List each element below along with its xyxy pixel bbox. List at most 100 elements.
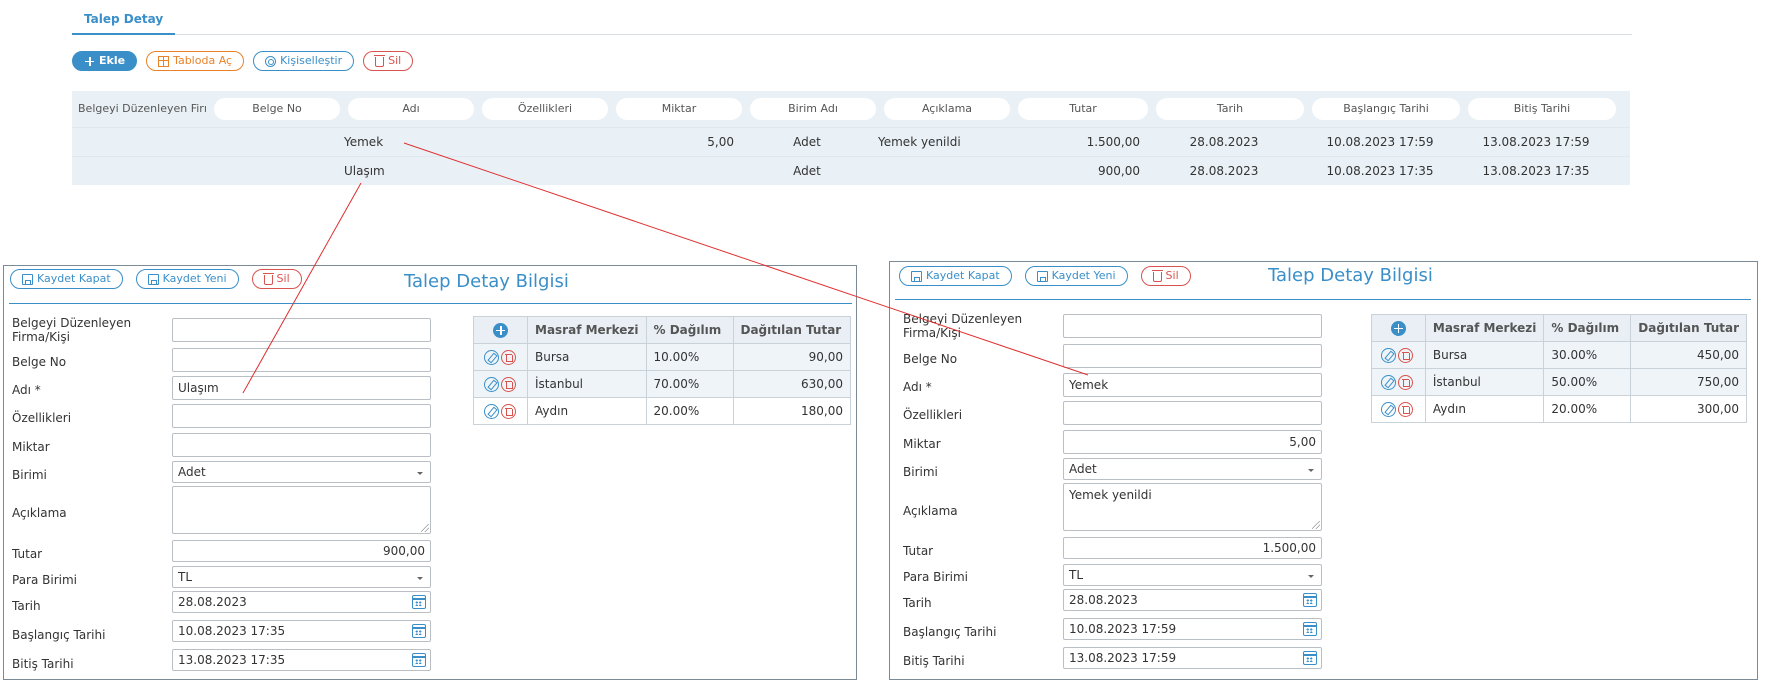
belge-no-input[interactable] bbox=[1063, 344, 1322, 368]
save-close-button[interactable]: Kaydet Kapat bbox=[10, 269, 123, 289]
edit-icon[interactable] bbox=[1381, 401, 1397, 417]
col-header-baslangic[interactable]: Başlangıç Tarihi bbox=[1312, 98, 1460, 120]
miktar-input[interactable] bbox=[172, 433, 431, 457]
edit-icon[interactable] bbox=[1381, 374, 1397, 390]
aciklama-textarea[interactable]: Yemek yenildi bbox=[1063, 483, 1322, 531]
col-header-adi[interactable]: Adı bbox=[348, 98, 474, 120]
edit-icon[interactable] bbox=[1381, 347, 1397, 363]
col-header-tutar[interactable]: Tutar bbox=[1018, 98, 1148, 120]
delete-row-icon[interactable] bbox=[500, 403, 516, 419]
table-icon bbox=[158, 55, 170, 67]
add-cost-center-icon[interactable] bbox=[493, 322, 508, 338]
cost-center-row[interactable]: Aydın 20.00% 180,00 bbox=[473, 397, 851, 425]
customize-button[interactable]: Kişiselleştir bbox=[253, 51, 355, 71]
col-header-miktar[interactable]: Miktar bbox=[616, 98, 742, 120]
cost-center-table: Masraf Merkezi % Dağılım Dağıtılan Tutar… bbox=[473, 316, 851, 425]
birimi-select[interactable]: Adet bbox=[172, 461, 431, 483]
cost-center-row[interactable]: İstanbul 50.00% 750,00 bbox=[1371, 368, 1747, 396]
delete-button[interactable]: Sil bbox=[1140, 266, 1191, 286]
delete-row-icon[interactable] bbox=[1398, 401, 1414, 417]
save-new-button[interactable]: Kaydet Yeni bbox=[1024, 266, 1128, 286]
calendar-icon[interactable] bbox=[1303, 622, 1317, 636]
delete-button[interactable]: Sil bbox=[251, 269, 302, 289]
calendar-icon[interactable] bbox=[1303, 651, 1317, 665]
firma-input[interactable] bbox=[172, 318, 431, 342]
col-header-belge-no[interactable]: Belge No bbox=[214, 98, 340, 120]
calendar-icon[interactable] bbox=[412, 624, 426, 638]
baslangic-input[interactable]: 10.08.2023 17:35 bbox=[172, 620, 431, 642]
cost-center-name: Bursa bbox=[527, 343, 647, 371]
cost-center-row[interactable]: Aydın 20.00% 300,00 bbox=[1371, 395, 1747, 423]
aciklama-textarea[interactable] bbox=[172, 486, 431, 534]
edit-icon[interactable] bbox=[483, 376, 499, 392]
cost-center-amount: 630,00 bbox=[732, 370, 851, 398]
delete-row-icon[interactable] bbox=[500, 376, 516, 392]
tarih-value: 28.08.2023 bbox=[1069, 593, 1138, 607]
bitis-input[interactable]: 13.08.2023 17:35 bbox=[172, 649, 431, 671]
tarih-input[interactable]: 28.08.2023 bbox=[1063, 589, 1322, 611]
grid-toolbar: Ekle Tabloda Aç Kişiselleştir Sil bbox=[72, 51, 414, 71]
label-ozellikleri: Özellikleri bbox=[903, 408, 963, 422]
edit-icon[interactable] bbox=[483, 349, 499, 365]
cost-center-amount: 180,00 bbox=[732, 397, 851, 425]
resize-handle-icon[interactable] bbox=[421, 524, 429, 532]
label-baslangic: Başlangıç Tarihi bbox=[12, 628, 106, 642]
save-close-button[interactable]: Kaydet Kapat bbox=[899, 266, 1012, 286]
open-in-table-button[interactable]: Tabloda Aç bbox=[146, 51, 245, 71]
col-header-aciklama[interactable]: Açıklama bbox=[884, 98, 1010, 120]
save-new-button[interactable]: Kaydet Yeni bbox=[135, 269, 239, 289]
add-button[interactable]: Ekle bbox=[72, 51, 138, 71]
label-ozellikleri: Özellikleri bbox=[12, 411, 72, 425]
cost-center-row[interactable]: İstanbul 70.00% 630,00 bbox=[473, 370, 851, 398]
cell-aciklama: Yemek yenildi bbox=[878, 135, 961, 149]
save-icon bbox=[22, 273, 33, 285]
calendar-icon[interactable] bbox=[1303, 593, 1317, 607]
birimi-select[interactable]: Adet bbox=[1063, 458, 1322, 480]
table-row[interactable]: Ulaşım Adet 900,00 28.08.2023 10.08.2023… bbox=[72, 156, 1630, 185]
tab-talep-detay[interactable]: Talep Detay bbox=[72, 8, 176, 35]
cost-center-row[interactable]: Bursa 10.00% 90,00 bbox=[473, 343, 851, 371]
calendar-icon[interactable] bbox=[412, 595, 426, 609]
col-header-ozellikleri[interactable]: Özellikleri bbox=[482, 98, 608, 120]
delete-row-icon[interactable] bbox=[1398, 374, 1414, 390]
label-belge-no: Belge No bbox=[12, 355, 67, 369]
para-birimi-select[interactable]: TL bbox=[172, 566, 431, 588]
label-firma: Belgeyi Düzenleyen Firma/Kişi bbox=[12, 316, 132, 344]
save-new-label: Kaydet Yeni bbox=[1051, 269, 1116, 282]
tutar-input[interactable]: 1.500,00 bbox=[1063, 537, 1322, 559]
cell-bitis: 13.08.2023 17:59 bbox=[1482, 135, 1590, 149]
baslangic-input[interactable]: 10.08.2023 17:59 bbox=[1063, 618, 1322, 640]
delete-row-icon[interactable] bbox=[1398, 347, 1414, 363]
col-header-bitis[interactable]: Bitiş Tarihi bbox=[1468, 98, 1616, 120]
miktar-input[interactable]: 5,00 bbox=[1063, 430, 1322, 454]
tarih-input[interactable]: 28.08.2023 bbox=[172, 591, 431, 613]
delete-button[interactable]: Sil bbox=[363, 51, 414, 71]
label-miktar: Miktar bbox=[903, 437, 941, 451]
cost-center-amount: 90,00 bbox=[732, 343, 851, 371]
header-tutar: Dağıtılan Tutar bbox=[732, 316, 851, 344]
cost-center-row[interactable]: Bursa 30.00% 450,00 bbox=[1371, 341, 1747, 369]
calendar-icon[interactable] bbox=[412, 653, 426, 667]
col-header-firma[interactable]: Belgeyi Düzenleyen Firı bbox=[72, 98, 206, 120]
table-row[interactable]: Yemek 5,00 Adet Yemek yenildi 1.500,00 2… bbox=[72, 127, 1630, 156]
resize-handle-icon[interactable] bbox=[1312, 521, 1320, 529]
tutar-input[interactable]: 900,00 bbox=[172, 540, 431, 562]
col-header-tarih[interactable]: Tarih bbox=[1156, 98, 1304, 120]
firma-input[interactable] bbox=[1063, 314, 1322, 338]
col-header-birim-adi[interactable]: Birim Adı bbox=[750, 98, 876, 120]
add-cost-center-icon[interactable] bbox=[1390, 320, 1406, 336]
edit-icon[interactable] bbox=[483, 403, 499, 419]
detail-panel-right: Kaydet Kapat Kaydet Yeni Sil Talep Detay… bbox=[889, 261, 1758, 680]
adi-input[interactable]: Ulaşım bbox=[172, 376, 431, 400]
ozellikleri-input[interactable] bbox=[172, 404, 431, 428]
header-actions bbox=[473, 316, 528, 344]
delete-row-icon[interactable] bbox=[500, 349, 516, 365]
adi-input[interactable]: Yemek bbox=[1063, 373, 1322, 397]
tarih-value: 28.08.2023 bbox=[178, 595, 247, 609]
para-birimi-select[interactable]: TL bbox=[1063, 564, 1322, 586]
ozellikleri-input[interactable] bbox=[1063, 401, 1322, 425]
bitis-value: 13.08.2023 17:35 bbox=[178, 653, 286, 667]
belge-no-input[interactable] bbox=[172, 348, 431, 372]
bitis-input[interactable]: 13.08.2023 17:59 bbox=[1063, 647, 1322, 669]
label-birimi: Birimi bbox=[903, 465, 938, 479]
